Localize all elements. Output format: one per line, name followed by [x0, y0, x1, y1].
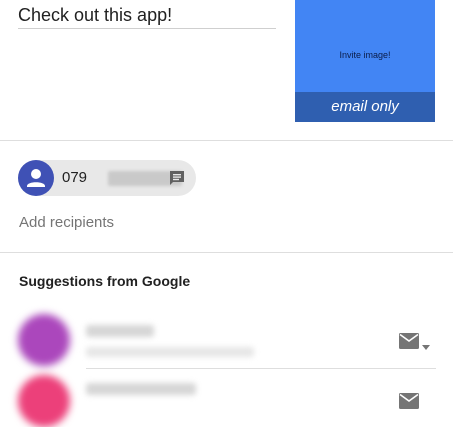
invite-footer-label: email only	[295, 92, 435, 122]
recipient-number: 079	[62, 169, 88, 186]
avatar	[18, 375, 70, 427]
suggestion-email-redacted	[86, 347, 254, 357]
person-icon	[18, 160, 54, 196]
recipient-chip[interactable]: 079	[18, 160, 196, 196]
mail-icon[interactable]	[399, 393, 419, 409]
add-recipients-input[interactable]: Add recipients	[19, 214, 114, 231]
chevron-down-icon[interactable]	[422, 338, 430, 350]
mail-icon[interactable]	[399, 333, 419, 349]
message-icon[interactable]	[168, 169, 186, 187]
divider-top	[0, 140, 453, 141]
avatar	[18, 314, 70, 366]
suggestion-item[interactable]	[0, 311, 453, 369]
invite-image-label: Invite image!	[339, 50, 391, 60]
suggestion-name-redacted	[86, 383, 196, 395]
invite-image-card[interactable]: Invite image! email only	[295, 0, 435, 122]
suggestion-item[interactable]	[0, 369, 453, 427]
suggestions-title: Suggestions from Google	[19, 273, 191, 289]
divider-middle	[0, 252, 453, 253]
message-underline	[18, 28, 276, 29]
suggestion-name-redacted	[86, 325, 154, 337]
message-input[interactable]: Check out this app!	[18, 2, 276, 28]
